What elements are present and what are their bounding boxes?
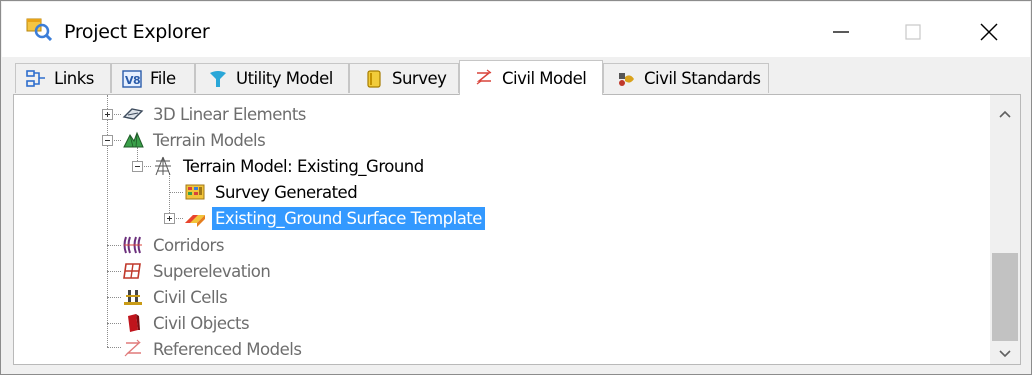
tree-item-label: Terrain Models xyxy=(153,130,266,150)
corridors-icon xyxy=(123,236,142,254)
tree-item-civil-objects[interactable]: Civil Objects xyxy=(122,310,252,336)
terrain-model-icon xyxy=(155,156,171,176)
title-bar[interactable]: Project Explorer xyxy=(2,2,1030,57)
chevron-down-icon xyxy=(999,350,1011,358)
vertical-scrollbar[interactable] xyxy=(990,95,1020,364)
tree-item-label: Civil Cells xyxy=(153,287,228,307)
tab-file[interactable]: V8 File xyxy=(111,63,195,93)
tree-item-label: Superelevation xyxy=(153,261,271,281)
tree-item-3d-linear-elements[interactable]: 3D Linear Elements xyxy=(122,101,309,127)
scroll-down-button[interactable] xyxy=(990,341,1020,367)
civil-objects-icon xyxy=(128,314,140,332)
collapse-toggle[interactable] xyxy=(132,161,143,172)
tab-utility-model[interactable]: Utility Model xyxy=(195,63,349,93)
referenced-models-icon xyxy=(124,339,141,357)
civil-model-tree: 3D Linear Elements Terrain Models Terrai… xyxy=(14,95,990,364)
window-title: Project Explorer xyxy=(64,21,210,43)
tree-connector xyxy=(107,95,108,347)
close-icon xyxy=(980,23,998,41)
minimize-button[interactable] xyxy=(814,10,868,54)
tree-item-label: Terrain Model: Existing_Ground xyxy=(183,156,424,176)
tab-survey[interactable]: Survey xyxy=(349,63,459,93)
file-v8-icon: V8 xyxy=(122,69,142,88)
tree-connector xyxy=(107,271,121,272)
project-explorer-icon xyxy=(26,17,53,42)
superelevation-icon xyxy=(123,263,141,279)
tab-strip: Links V8 File Utility Model Survey Civil… xyxy=(13,60,1021,95)
tab-label: File xyxy=(150,69,176,88)
survey-generated-icon xyxy=(185,184,205,200)
tree-item-referenced-models[interactable]: Referenced Models xyxy=(122,336,304,362)
utility-model-icon xyxy=(210,70,226,87)
tree-item-superelevation[interactable]: Superelevation xyxy=(122,258,273,284)
tab-label: Survey xyxy=(392,69,447,88)
minimize-icon xyxy=(833,31,849,33)
links-icon xyxy=(26,69,45,87)
civil-standards-icon xyxy=(619,72,634,86)
linear-elements-icon xyxy=(122,108,144,120)
tree-item-label: Civil Objects xyxy=(153,313,250,333)
tree-item-label: Referenced Models xyxy=(153,339,302,359)
tree-item-terrain-models[interactable]: Terrain Models xyxy=(122,127,268,153)
tab-label: Utility Model xyxy=(236,69,333,88)
tree-item-terrain-model-existing-ground[interactable]: Terrain Model: Existing_Ground xyxy=(152,153,427,179)
tree-item-corridors[interactable]: Corridors xyxy=(122,232,227,258)
tree-connector xyxy=(169,192,183,193)
tree-panel: 3D Linear Elements Terrain Models Terrai… xyxy=(13,94,1021,365)
tab-label: Links xyxy=(54,69,94,88)
tab-civil-standards[interactable]: Civil Standards xyxy=(603,63,769,93)
expand-toggle[interactable] xyxy=(102,109,113,120)
tree-item-civil-cells[interactable]: Civil Cells xyxy=(122,284,230,310)
chevron-up-icon xyxy=(999,110,1011,118)
scroll-up-button[interactable] xyxy=(990,101,1020,127)
close-button[interactable] xyxy=(962,10,1016,54)
civil-cells-icon xyxy=(124,290,142,305)
tree-connector xyxy=(107,323,121,324)
tree-item-label: Survey Generated xyxy=(215,182,358,202)
tab-civil-model[interactable]: Civil Model xyxy=(459,60,603,95)
maximize-icon xyxy=(905,24,921,40)
tree-item-label: Existing_Ground Surface Template xyxy=(212,206,485,230)
scroll-thumb[interactable] xyxy=(992,253,1018,341)
terrain-models-icon xyxy=(123,131,144,148)
tree-item-label: Corridors xyxy=(153,235,224,255)
project-explorer-window: Project Explorer Links V8 File Utility M… xyxy=(0,0,1032,375)
tab-label: Civil Standards xyxy=(644,69,761,88)
survey-icon xyxy=(367,69,381,88)
tab-label: Civil Model xyxy=(502,68,587,88)
tree-item-survey-generated[interactable]: Survey Generated xyxy=(184,179,360,205)
collapse-toggle[interactable] xyxy=(102,135,113,146)
tab-links[interactable]: Links xyxy=(15,63,111,93)
expand-toggle[interactable] xyxy=(164,213,175,224)
tree-connector xyxy=(107,245,121,246)
tree-connector xyxy=(107,347,121,348)
maximize-button[interactable] xyxy=(886,10,940,54)
surface-template-icon xyxy=(185,215,205,227)
svg-text:V8: V8 xyxy=(125,74,140,87)
tree-item-existing-ground-surface-template[interactable]: Existing_Ground Surface Template xyxy=(184,205,485,231)
civil-model-icon xyxy=(476,69,492,85)
tree-item-label: 3D Linear Elements xyxy=(153,104,306,124)
tree-connector xyxy=(107,297,121,298)
